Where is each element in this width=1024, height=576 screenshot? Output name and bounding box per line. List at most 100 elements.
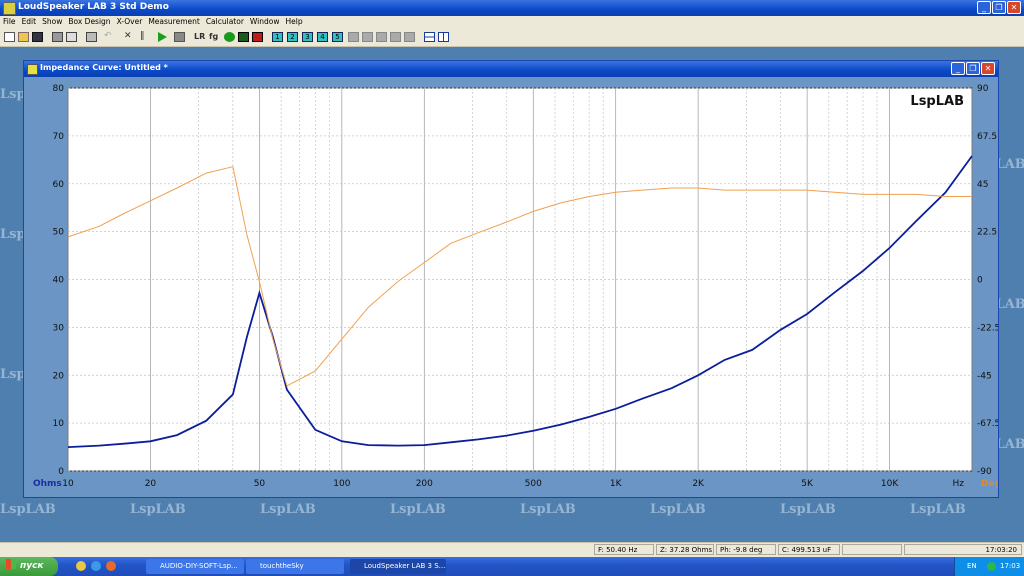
status-impedance: Z: 37.28 Ohms	[656, 544, 714, 555]
tools-icon[interactable]: ✕	[124, 32, 135, 42]
num-3-icon[interactable]: 3	[302, 32, 313, 42]
x-tick-label: 2K	[692, 479, 705, 489]
lr-icon[interactable]: LR	[194, 32, 205, 42]
y-tick-label: 50	[53, 228, 65, 238]
x-tick-label: 200	[416, 479, 433, 489]
y2-tick-label: -90	[977, 467, 992, 477]
stop-icon[interactable]	[174, 32, 185, 42]
quicklaunch-icon-1[interactable]	[76, 561, 86, 571]
menu-box-design[interactable]: Box Design	[65, 16, 113, 26]
watermark-text: LspLAB	[260, 502, 316, 517]
status-phase: Ph: -9.8 deg	[716, 544, 776, 555]
num-4-icon[interactable]: 4	[317, 32, 328, 42]
y2-tick-label: 67.5	[977, 132, 997, 142]
chart-green-icon[interactable]	[238, 32, 249, 42]
x-tick-label: 50	[254, 479, 266, 489]
green-dot-icon[interactable]	[224, 32, 235, 42]
menu-file[interactable]: File	[0, 16, 19, 26]
close-icon[interactable]: ✕	[1007, 1, 1021, 14]
num-5-icon[interactable]: 5	[332, 32, 343, 42]
y2-tick-label: -67.5	[977, 419, 998, 429]
y2-tick-label: -22.5	[977, 323, 998, 333]
task-touchthesky[interactable]: touchtheSky	[246, 559, 344, 574]
menu-x-over[interactable]: X-Over	[114, 16, 146, 26]
window-minimize-icon[interactable]: _	[951, 62, 965, 75]
y-tick-label: 40	[53, 276, 65, 286]
tray-icon[interactable]	[987, 562, 996, 571]
watermark-text: LspLAB	[780, 502, 836, 517]
task-loudspeaker-lab[interactable]: LoudSpeaker LAB 3 S...	[350, 559, 446, 574]
gray-2-icon[interactable]	[362, 32, 373, 42]
taskbar: пуск AUDIO-DIY-SOFT-Lsp... touchtheSky L…	[0, 557, 1024, 576]
impedance-chart[interactable]: 0 10 20 30 40 50 60 70 80 -90 -67.5 -45 -22.5 0 22.5 45…	[24, 77, 998, 497]
gray-1-icon[interactable]	[348, 32, 359, 42]
window-close-icon[interactable]: ✕	[981, 62, 995, 75]
y2-tick-label: 0	[977, 276, 983, 286]
menu-edit[interactable]: Edit	[19, 16, 40, 26]
x-tick-label: 20	[145, 479, 157, 489]
gray-4-icon[interactable]	[390, 32, 401, 42]
task-audio-diy-soft[interactable]: AUDIO-DIY-SOFT-Lsp...	[146, 559, 244, 574]
gray-5-icon[interactable]	[404, 32, 415, 42]
watermark-text: LspLAB	[520, 502, 576, 517]
y-tick-label: 80	[53, 84, 65, 94]
status-time: 17:03:20	[904, 544, 1022, 555]
watermark-text: LspLAB	[650, 502, 706, 517]
language-indicator[interactable]: EN	[967, 557, 977, 576]
print-preview-icon[interactable]	[66, 32, 77, 42]
menu-window[interactable]: Window	[247, 16, 283, 26]
y-tick-label: 30	[53, 323, 65, 333]
copy-icon[interactable]	[86, 32, 97, 42]
start-button[interactable]: пуск	[0, 557, 58, 576]
gray-3-icon[interactable]	[376, 32, 387, 42]
fg-icon[interactable]: fg	[209, 32, 220, 42]
print-icon[interactable]	[52, 32, 63, 42]
app-title: LoudSpeaker LAB 3 Std Demo	[18, 2, 169, 12]
status-capacitance: C: 499.513 uF	[778, 544, 840, 555]
impedance-window-titlebar: Impedance Curve: Untitled * _ ❐ ✕	[24, 61, 998, 77]
y-tick-label: 70	[53, 132, 65, 142]
play-icon[interactable]	[158, 32, 167, 42]
menu-help[interactable]: Help	[282, 16, 305, 26]
x-tick-label: 1K	[610, 479, 623, 489]
sliders-icon[interactable]: ‖	[140, 32, 151, 42]
undo-icon[interactable]: ↶	[104, 32, 115, 42]
y-tick-label: 20	[53, 371, 65, 381]
num-1-icon[interactable]: 1	[272, 32, 283, 42]
impedance-window: Impedance Curve: Untitled * _ ❐ ✕ 0 10 20 3…	[23, 60, 999, 498]
menu-show[interactable]: Show	[39, 16, 65, 26]
num-2-icon[interactable]: 2	[287, 32, 298, 42]
tile-horizontal-icon[interactable]	[424, 32, 435, 42]
restore-icon[interactable]: ❐	[992, 1, 1006, 14]
app-titlebar: LoudSpeaker LAB 3 Std Demo _ ❐ ✕	[0, 0, 1024, 16]
save-icon[interactable]	[32, 32, 43, 42]
menu-calculator[interactable]: Calculator	[203, 16, 247, 26]
y2-tick-label: 45	[977, 180, 988, 190]
menu-measurement[interactable]: Measurement	[145, 16, 203, 26]
x-tick-label: 500	[525, 479, 542, 489]
new-icon[interactable]	[4, 32, 15, 42]
x-axis-label: Hz	[953, 479, 965, 489]
y2-tick-label: -45	[977, 371, 992, 381]
status-frequency: F: 50.40 Hz	[594, 544, 654, 555]
quicklaunch-icon-2[interactable]	[91, 561, 101, 571]
y2-tick-label: 22.5	[977, 228, 997, 238]
windows-logo-icon	[6, 559, 16, 569]
watermark-text: LspLAB	[390, 502, 446, 517]
watermark-text: LspLAB	[130, 502, 186, 517]
tile-vertical-icon[interactable]	[438, 32, 449, 42]
chart-red-icon[interactable]	[252, 32, 263, 42]
minimize-icon[interactable]: _	[977, 1, 991, 14]
x-tick-label: 10	[62, 479, 74, 489]
quicklaunch-icon-3[interactable]	[106, 561, 116, 571]
open-icon[interactable]	[18, 32, 29, 42]
y2-axis-label: Deg	[981, 479, 998, 489]
window-icon	[27, 64, 38, 75]
toolbar: ↶ ✕ ‖ LR fg 1 2 3 4 5	[0, 28, 1024, 47]
window-restore-icon[interactable]: ❐	[966, 62, 980, 75]
y-axis-label: Ohms	[33, 479, 62, 489]
clock: 17:03	[1000, 562, 1021, 570]
x-tick-label: 5K	[801, 479, 814, 489]
x-tick-label: 100	[333, 479, 350, 489]
y2-tick-label: 90	[977, 84, 989, 94]
